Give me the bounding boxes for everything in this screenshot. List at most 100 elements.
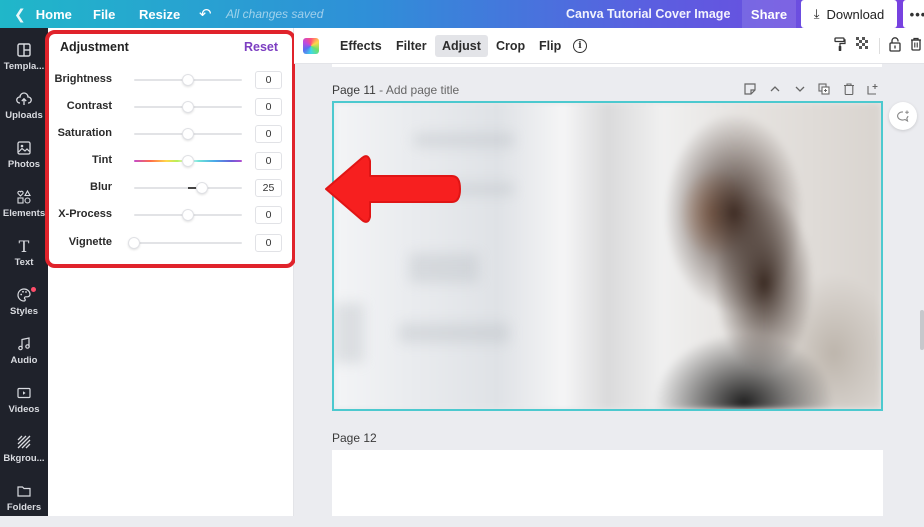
selected-blurred-photo[interactable] [332, 101, 883, 411]
slider-row-vignette: Vignette 0 [50, 233, 286, 253]
slider-handle[interactable] [182, 155, 194, 167]
photo-detail [334, 303, 364, 363]
slider-label: Tint [92, 154, 112, 166]
color-picker-button[interactable] [303, 38, 319, 54]
slider-handle[interactable] [195, 182, 208, 194]
resize-button[interactable]: Resize [139, 0, 180, 28]
save-status: All changes saved [226, 7, 324, 21]
slider-value-input[interactable]: 0 [255, 206, 282, 224]
slider-row-blur: Blur 25 [50, 178, 286, 198]
sidebar-item-audio[interactable]: Audio [0, 334, 48, 380]
tab-flip[interactable]: Flip [532, 35, 568, 57]
toolbar-divider [879, 38, 880, 54]
vertical-scrollbar[interactable] [920, 310, 924, 350]
document-title[interactable]: Canva Tutorial Cover Image [566, 0, 730, 28]
page-12-header: Page 12 [332, 431, 377, 445]
page-11-header: Page 11 - Add page title [332, 83, 459, 97]
sidebar-label: Elements [2, 208, 46, 219]
share-button[interactable]: Share [742, 0, 796, 28]
download-icon: ⤓ [813, 6, 820, 21]
sidebar-label: Styles [10, 306, 38, 317]
photo-detail [409, 253, 479, 283]
tab-filter[interactable]: Filter [389, 35, 434, 57]
audio-icon [17, 334, 31, 354]
page-number: Page 11 [332, 83, 376, 97]
add-page-title[interactable]: Add page title [386, 83, 459, 97]
slider-row-saturation: Saturation 0 [50, 124, 286, 144]
slider-label: Saturation [57, 127, 112, 139]
slider-value-input[interactable]: 0 [255, 98, 282, 116]
page-12-canvas[interactable] [332, 450, 883, 516]
sidebar-item-background[interactable]: Bkgrou... [0, 432, 48, 478]
top-bar: ❮ Home File Resize ↶ All changes saved C… [0, 0, 924, 28]
sidebar-label: Folders [6, 502, 42, 513]
tab-adjust[interactable]: Adjust [435, 35, 488, 57]
slider-handle[interactable] [182, 74, 194, 86]
folders-icon [17, 481, 31, 501]
duplicate-page-icon[interactable] [818, 83, 830, 98]
more-options-button[interactable]: ••• [903, 0, 924, 28]
notification-dot [31, 287, 36, 292]
left-sidebar: Templa... Uploads Photos Elements T Text… [0, 28, 48, 516]
sidebar-item-videos[interactable]: Videos [0, 383, 48, 429]
add-comment-button[interactable] [889, 102, 917, 130]
text-icon: T [18, 236, 30, 256]
slider-value-input[interactable]: 0 [255, 152, 282, 170]
notes-icon[interactable] [744, 83, 756, 98]
download-button[interactable]: ⤓ Download [801, 0, 897, 28]
photo-detail [399, 323, 509, 343]
slider-row-xprocess: X-Process 0 [50, 205, 286, 225]
unlock-icon[interactable] [889, 37, 901, 55]
slider-value-input[interactable]: 0 [255, 125, 282, 143]
file-menu[interactable]: File [93, 0, 115, 28]
background-icon [17, 432, 31, 452]
slider-label: X-Process [58, 208, 112, 220]
sidebar-item-folders[interactable]: Folders [0, 481, 48, 527]
move-page-up-icon[interactable] [769, 83, 781, 98]
templates-icon [17, 40, 31, 60]
paint-roller-icon[interactable] [834, 37, 846, 55]
sidebar-label: Audio [10, 355, 38, 366]
sidebar-item-styles[interactable]: Styles [0, 285, 48, 331]
slider-value-input[interactable]: 25 [255, 179, 282, 197]
sidebar-label: Photos [7, 159, 41, 170]
add-page-icon[interactable] [867, 83, 879, 98]
photo-detail [414, 133, 514, 147]
chevron-left-icon: ❮ [14, 5, 26, 22]
slider-track[interactable] [134, 242, 242, 244]
slider-handle[interactable] [182, 101, 194, 113]
elements-icon [17, 187, 31, 207]
uploads-icon [16, 89, 32, 109]
slider-value-input[interactable]: 0 [255, 71, 282, 89]
slider-handle[interactable] [128, 237, 140, 249]
slider-handle[interactable] [182, 128, 194, 140]
trash-icon[interactable] [910, 37, 922, 54]
annotation-arrow-icon [325, 155, 461, 223]
sidebar-item-elements[interactable]: Elements [0, 187, 48, 233]
sidebar-label: Text [14, 257, 34, 268]
move-page-down-icon[interactable] [794, 83, 806, 98]
sidebar-item-templates[interactable]: Templa... [0, 40, 48, 86]
sidebar-item-photos[interactable]: Photos [0, 138, 48, 184]
slider-label: Blur [90, 181, 112, 193]
download-label: Download [826, 6, 885, 22]
photos-icon [17, 138, 31, 158]
transparency-icon[interactable] [856, 37, 870, 54]
home-button[interactable]: ❮ Home [14, 0, 72, 28]
info-icon[interactable]: i [573, 39, 587, 53]
reset-button[interactable]: Reset [244, 40, 278, 54]
slider-label: Vignette [68, 236, 112, 248]
slider-value-input[interactable]: 0 [255, 234, 282, 252]
sidebar-label: Videos [8, 404, 40, 415]
sidebar-label: Bkgrou... [3, 453, 45, 464]
slider-handle[interactable] [182, 209, 194, 221]
tab-crop[interactable]: Crop [489, 35, 532, 57]
sidebar-item-uploads[interactable]: Uploads [0, 89, 48, 135]
delete-page-icon[interactable] [843, 83, 855, 98]
tab-effects[interactable]: Effects [333, 35, 389, 57]
undo-icon[interactable]: ↶ [199, 0, 212, 28]
sidebar-item-text[interactable]: T Text [0, 236, 48, 282]
slider-row-contrast: Contrast 0 [50, 97, 286, 117]
styles-icon [17, 285, 36, 305]
sidebar-label: Uploads [5, 110, 43, 121]
